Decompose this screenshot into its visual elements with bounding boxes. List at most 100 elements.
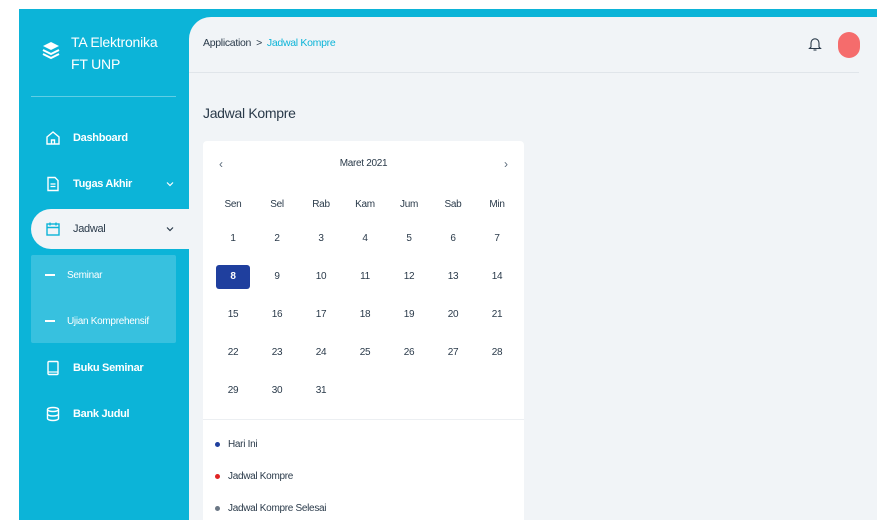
sidebar-item-bank-judul[interactable]: Bank Judul <box>45 402 175 426</box>
calendar-day-number: 8 <box>216 265 250 289</box>
calendar-day-number: 28 <box>491 347 503 358</box>
calendar-week-row: 29 30 31 <box>211 379 519 417</box>
calendar-day[interactable]: 22 <box>211 341 255 365</box>
sidebar-item-buku-seminar[interactable]: Buku Seminar <box>45 356 175 380</box>
calendar-day[interactable]: 1 <box>211 227 255 251</box>
calendar-day[interactable]: 27 <box>431 341 475 365</box>
next-month-button[interactable]: › <box>504 157 508 171</box>
breadcrumb-current: Jadwal Kompre <box>266 37 336 49</box>
calendar-day-number: 5 <box>406 233 412 244</box>
calendar-day[interactable]: 10 <box>299 265 343 289</box>
calendar-day-number: 21 <box>491 309 503 320</box>
day-of-week-label: Kam <box>355 199 375 210</box>
brand-line-1: TA Elektronika <box>71 34 158 50</box>
legend-item: Jadwal Kompre <box>215 471 293 482</box>
calendar-day-number: 31 <box>315 385 327 396</box>
calendar-day-number: 1 <box>230 233 236 244</box>
calendar-day[interactable]: 16 <box>255 303 299 327</box>
calendar-day[interactable]: 31 <box>299 379 343 403</box>
brand[interactable]: TA Elektronika FT UNP <box>41 31 158 75</box>
submenu-item-ujian-komprehensif[interactable]: Ujian Komprehensif <box>45 311 149 331</box>
legend-dot-icon <box>215 506 220 511</box>
brand-line-2: FT UNP <box>71 56 121 72</box>
calendar-header: ‹ Maret 2021 › <box>203 157 524 177</box>
sidebar-item-jadwal-inner: Jadwal <box>45 217 175 241</box>
calendar-day-number: 14 <box>491 271 503 282</box>
calendar-day[interactable]: 6 <box>431 227 475 251</box>
sidebar-item-jadwal[interactable]: Jadwal <box>31 209 201 249</box>
calendar-day[interactable]: 3 <box>299 227 343 251</box>
calendar-week-row: 22 23 24 25 26 27 28 <box>211 341 519 379</box>
calendar-day-number: 25 <box>359 347 371 358</box>
calendar-day[interactable]: 17 <box>299 303 343 327</box>
calendar-day[interactable]: 25 <box>343 341 387 365</box>
breadcrumb-separator: > <box>256 37 262 49</box>
sidebar-item-tugas-akhir[interactable]: Tugas Akhir <box>45 172 175 196</box>
submenu-item-label: Seminar <box>67 269 103 281</box>
calendar-day[interactable]: 26 <box>387 341 431 365</box>
submenu-item-seminar[interactable]: Seminar <box>45 265 102 285</box>
calendar-day[interactable]: 20 <box>431 303 475 327</box>
calendar-day[interactable]: 18 <box>343 303 387 327</box>
calendar-day[interactable]: 7 <box>475 227 519 251</box>
calendar-day[interactable]: 19 <box>387 303 431 327</box>
breadcrumb-root[interactable]: Application <box>203 37 251 49</box>
sidebar-item-dashboard[interactable]: Dashboard <box>45 126 175 150</box>
calendar-day-number: 7 <box>494 233 500 244</box>
avatar[interactable] <box>838 32 860 58</box>
calendar-day[interactable]: 15 <box>211 303 255 327</box>
legend-label: Jadwal Kompre Selesai <box>228 503 327 514</box>
submenu-item-label: Ujian Komprehensif <box>67 315 149 327</box>
calendar-day[interactable]: 12 <box>387 265 431 289</box>
day-of-week-label: Rab <box>312 199 330 210</box>
legend-label: Hari Ini <box>228 439 258 450</box>
calendar-day-number: 27 <box>447 347 459 358</box>
database-icon <box>46 406 60 422</box>
calendar-day-number: 20 <box>447 309 459 320</box>
calendar-day <box>387 379 431 403</box>
calendar-day[interactable]: 28 <box>475 341 519 365</box>
calendar-week-row: 1 2 3 4 5 6 7 <box>211 227 519 265</box>
calendar-day <box>343 379 387 403</box>
chevron-down-icon <box>166 227 174 232</box>
calendar-day-number: 15 <box>227 309 239 320</box>
calendar-day[interactable]: 9 <box>255 265 299 289</box>
calendar-day-number: 22 <box>227 347 239 358</box>
jadwal-submenu: Seminar Ujian Komprehensif <box>31 255 176 343</box>
calendar-day-number: 18 <box>359 309 371 320</box>
book-icon <box>47 360 59 376</box>
calendar-day-number: 11 <box>360 271 370 282</box>
calendar-day[interactable]: 4 <box>343 227 387 251</box>
calendar-day-number: 6 <box>450 233 456 244</box>
calendar-day[interactable]: 11 <box>343 265 387 289</box>
calendar-card: ‹ Maret 2021 › Sen Sel Rab Kam Jum Sab Min 1 2 3 4… <box>203 141 524 520</box>
calendar-day-number: 12 <box>403 271 415 282</box>
dash-icon <box>45 320 55 322</box>
calendar-day[interactable]: 14 <box>475 265 519 289</box>
chevron-down-icon <box>166 182 174 187</box>
calendar-day-number: 19 <box>403 309 415 320</box>
calendar-day-number: 29 <box>227 385 239 396</box>
calendar-day[interactable]: 23 <box>255 341 299 365</box>
day-of-week-label: Jum <box>400 199 418 210</box>
calendar-day[interactable]: 29 <box>211 379 255 403</box>
calendar-day[interactable]: 5 <box>387 227 431 251</box>
calendar-day[interactable]: 2 <box>255 227 299 251</box>
bell-icon[interactable] <box>808 36 822 52</box>
calendar-day[interactable]: 13 <box>431 265 475 289</box>
calendar-day[interactable]: 24 <box>299 341 343 365</box>
brand-name: TA Elektronika FT UNP <box>71 31 158 75</box>
calendar-day <box>475 379 519 403</box>
calendar-day[interactable]: 21 <box>475 303 519 327</box>
calendar-grid: Sen Sel Rab Kam Jum Sab Min 1 2 3 4 5 6 7 8 9 10 11 12 13 14… <box>211 193 519 417</box>
breadcrumb: Application > Jadwal Kompre <box>203 37 336 49</box>
calendar-week-row: 15 16 17 18 19 20 21 <box>211 303 519 341</box>
legend-item: Jadwal Kompre Selesai <box>215 503 327 514</box>
calendar-day-today[interactable]: 8 <box>211 265 255 289</box>
calendar-day[interactable]: 30 <box>255 379 299 403</box>
calendar-divider <box>203 419 524 420</box>
calendar-month-label: Maret 2021 <box>339 158 388 169</box>
legend-label: Jadwal Kompre <box>228 471 294 482</box>
sidebar-item-label: Dashboard <box>73 132 128 144</box>
legend-dot-icon <box>215 474 220 479</box>
